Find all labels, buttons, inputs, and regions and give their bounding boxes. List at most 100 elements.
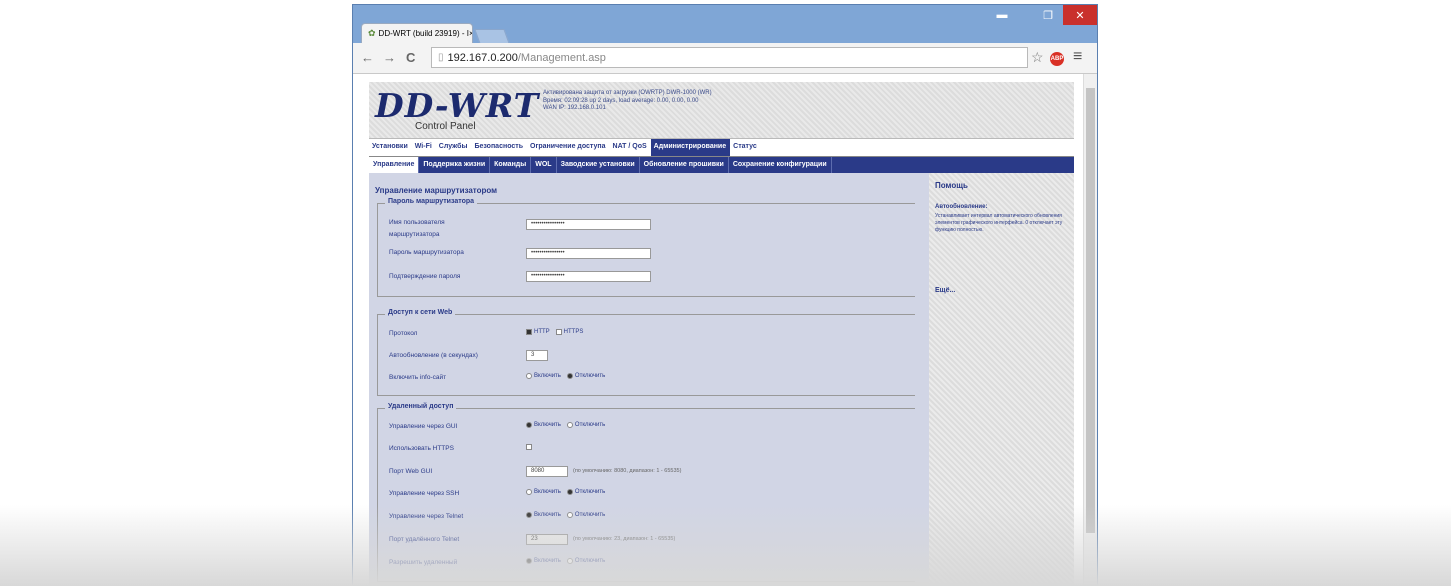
confirm-password-input[interactable]: •••••••••••••••• bbox=[526, 271, 651, 282]
disable-option-label: Отключить bbox=[574, 373, 606, 379]
use-https-label: Использовать HTTPS bbox=[389, 445, 454, 452]
remote-gui-label: Управление через GUI bbox=[389, 423, 458, 430]
page-icon: ▯ bbox=[438, 52, 444, 63]
enable-option-label: Включить bbox=[534, 512, 561, 518]
https-checkbox[interactable] bbox=[555, 329, 562, 335]
remote-telnet-enable-radio[interactable] bbox=[526, 512, 532, 518]
router-page: DD-WRT Control Panel Активирована защита… bbox=[369, 82, 1074, 585]
fieldset-border bbox=[377, 409, 378, 581]
browser-tab[interactable]: ✿ DD-WRT (build 23919) - I × bbox=[361, 23, 473, 43]
http-checkbox[interactable] bbox=[526, 329, 532, 335]
page-header: DD-WRT Control Panel Активирована защита… bbox=[369, 82, 1074, 139]
info-line: Активирована защита от загрузки (OWRTP) … bbox=[543, 90, 712, 96]
auto-refresh-label: Автообновление (в секундах) bbox=[389, 352, 478, 359]
router-info: Активирована защита от загрузки (OWRTP) … bbox=[543, 90, 712, 113]
close-button[interactable]: ✕ bbox=[1063, 5, 1097, 25]
vertical-scrollbar[interactable] bbox=[1083, 74, 1097, 585]
remote-gui-disable-radio[interactable] bbox=[566, 422, 573, 428]
adblock-extension-icon[interactable]: ABP bbox=[1050, 52, 1064, 66]
main-menu-item-0[interactable]: Установки bbox=[369, 139, 412, 156]
scrollbar-thumb[interactable] bbox=[1086, 88, 1095, 533]
info-line: WAN IP: 192.168.0.101 bbox=[543, 105, 606, 111]
sub-menu-item-1[interactable]: Поддержка жизни bbox=[419, 157, 491, 173]
sub-menu-item-4[interactable]: Заводские установки bbox=[557, 157, 640, 173]
main-menu-item-6[interactable]: Администрирование bbox=[650, 139, 731, 156]
page-title: Управление маршрутизатором bbox=[375, 186, 498, 195]
control-panel-label: Control Panel bbox=[415, 121, 476, 132]
remote-telnet-label: Управление через Telnet bbox=[389, 513, 464, 520]
maximize-button[interactable]: ❐ bbox=[1035, 5, 1061, 25]
enable-option-label: Включить bbox=[534, 373, 561, 379]
reload-icon[interactable]: C bbox=[406, 50, 415, 65]
info-line: Время: 02:09:28 up 2 days, load average:… bbox=[543, 97, 699, 104]
allow-remote-disable-radio[interactable] bbox=[566, 558, 573, 564]
remote-ssh-disable-radio[interactable] bbox=[566, 489, 573, 495]
main-menu-item-5[interactable]: NAT / QoS bbox=[609, 139, 651, 156]
remote-telnet-disable-radio[interactable] bbox=[566, 512, 573, 518]
main-menu-item-3[interactable]: Безопасность bbox=[471, 139, 528, 156]
enable-option-label: Включить bbox=[534, 489, 561, 495]
minimize-button[interactable]: ▬ bbox=[989, 5, 1015, 25]
page-viewport: DD-WRT Control Panel Активирована защита… bbox=[353, 74, 1083, 585]
enable-option-label: Включить bbox=[534, 422, 561, 428]
disable-option-label: Отключить bbox=[574, 489, 606, 495]
allow-remote-label: Разрешить удаленный bbox=[389, 559, 458, 566]
disable-option-label: Отключить bbox=[574, 558, 606, 564]
bookmark-star-icon[interactable]: ☆ bbox=[1031, 49, 1044, 66]
sub-menu-item-0[interactable]: Управление bbox=[369, 157, 420, 173]
help-subtitle: Автообновление: bbox=[935, 204, 988, 210]
remote-gui-enable-radio[interactable] bbox=[526, 422, 532, 428]
info-site-options: Включить Отключить bbox=[526, 373, 605, 379]
forward-icon[interactable]: → bbox=[383, 50, 396, 65]
fieldset-border bbox=[377, 296, 915, 297]
tab-close-icon[interactable]: × bbox=[469, 29, 472, 38]
address-bar[interactable]: ▯ 192.167.0.200/Management.asp bbox=[431, 47, 1028, 68]
gui-port-note: (по умолчанию: 8080, диапазон: 1 - 65535… bbox=[573, 468, 682, 474]
remote-gui-options: Включить Отключить bbox=[526, 422, 605, 428]
help-panel: Помощь Автообновление: Устанавливает инт… bbox=[929, 173, 1074, 585]
main-menu: Установки Wi-Fi Службы Безопасность Ограниче… bbox=[369, 139, 1074, 157]
https-option-label: HTTPS bbox=[563, 329, 584, 335]
http-option-label: HTTP bbox=[534, 329, 550, 335]
web-access-section: Доступ к сети Web Протокол HTTP HTTPS Ав… bbox=[377, 309, 915, 396]
help-more-link[interactable]: Ещё... bbox=[935, 287, 955, 294]
admin-password-section: Пароль маршрутизатора Имя пользователя м… bbox=[377, 198, 915, 297]
gui-port-input[interactable]: 8080 bbox=[526, 466, 568, 477]
dd-wrt-favicon-icon: ✿ bbox=[368, 28, 376, 38]
remote-ssh-label: Управление через SSH bbox=[389, 490, 460, 497]
allow-remote-enable-radio[interactable] bbox=[526, 558, 532, 564]
tab-title: DD-WRT (build 23919) - I bbox=[378, 29, 469, 38]
browser-window: ▬ ❐ ✕ ✿ DD-WRT (build 23919) - I × ← → C… bbox=[352, 4, 1098, 586]
main-menu-item-2[interactable]: Службы bbox=[435, 139, 472, 156]
dd-wrt-logo: DD-WRT bbox=[375, 86, 540, 125]
new-tab-button[interactable] bbox=[474, 29, 510, 44]
sub-menu-item-5[interactable]: Обновление прошивки bbox=[640, 157, 729, 173]
disable-option-label: Отключить bbox=[574, 422, 606, 428]
protocol-label: Протокол bbox=[389, 330, 418, 337]
back-icon[interactable]: ← bbox=[361, 50, 374, 65]
main-menu-item-1[interactable]: Wi-Fi bbox=[411, 139, 436, 156]
info-site-enable-radio[interactable] bbox=[526, 373, 532, 379]
section-legend: Удаленный доступ bbox=[385, 403, 457, 410]
fieldset-border bbox=[377, 315, 378, 395]
username-label-line2: маршрутизатора bbox=[389, 231, 440, 238]
section-legend: Пароль маршрутизатора bbox=[385, 198, 478, 205]
username-input[interactable]: •••••••••••••••• bbox=[526, 219, 651, 230]
browser-menu-icon[interactable]: ≡ bbox=[1073, 48, 1082, 66]
auto-refresh-input[interactable]: 3 bbox=[526, 350, 548, 361]
enable-option-label: Включить bbox=[534, 558, 561, 564]
sub-menu: Управление Поддержка жизни Команды WOL Завод… bbox=[369, 157, 1074, 173]
password-input[interactable]: •••••••••••••••• bbox=[526, 248, 651, 259]
fieldset-border bbox=[377, 395, 915, 396]
info-site-disable-radio[interactable] bbox=[566, 373, 573, 379]
use-https-checkbox[interactable] bbox=[526, 444, 532, 450]
gui-port-label: Порт Web GUI bbox=[389, 468, 433, 475]
main-menu-item-7[interactable]: Статус bbox=[730, 139, 761, 156]
section-legend: Доступ к сети Web bbox=[385, 309, 456, 316]
sub-menu-item-2[interactable]: Команды bbox=[490, 157, 532, 173]
remote-ssh-enable-radio[interactable] bbox=[526, 489, 532, 495]
sub-menu-item-6[interactable]: Сохранение конфигурации bbox=[729, 157, 832, 173]
sub-menu-item-3[interactable]: WOL bbox=[531, 157, 557, 173]
main-menu-item-4[interactable]: Ограничение доступа bbox=[527, 139, 610, 156]
telnet-port-input[interactable]: 23 bbox=[526, 534, 568, 545]
